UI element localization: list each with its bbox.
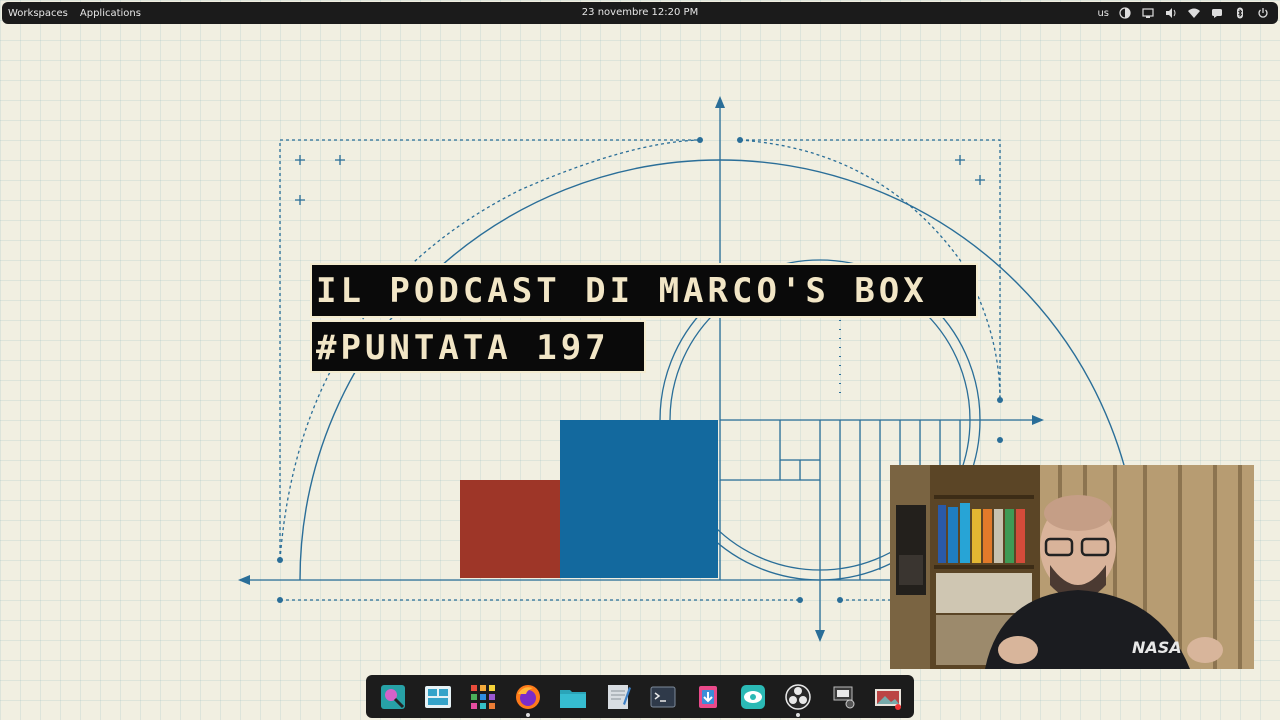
blue-bar bbox=[560, 420, 718, 578]
wifi-icon[interactable] bbox=[1187, 6, 1201, 20]
search-app-icon[interactable] bbox=[376, 680, 410, 714]
running-indicator bbox=[525, 712, 530, 717]
dock bbox=[366, 675, 914, 718]
software-center-icon[interactable] bbox=[691, 680, 725, 714]
top-panel: Workspaces Applications 23 novembre 12:2… bbox=[2, 2, 1278, 24]
app-grid-icon[interactable] bbox=[466, 680, 500, 714]
applications-button[interactable]: Applications bbox=[80, 8, 141, 19]
workspaces-button[interactable]: Workspaces bbox=[8, 8, 68, 19]
obs-icon[interactable] bbox=[781, 680, 815, 717]
screen-recorder-icon[interactable] bbox=[826, 680, 860, 714]
podcast-title: IL PODCAST DI MARCO'S BOX bbox=[310, 263, 978, 318]
workspaces-app-icon[interactable] bbox=[421, 680, 455, 714]
terminal-icon[interactable] bbox=[646, 680, 680, 714]
keyboard-layout-indicator[interactable]: us bbox=[1097, 8, 1109, 19]
app-eye-icon[interactable] bbox=[736, 680, 770, 714]
running-indicator bbox=[795, 712, 800, 717]
power-icon[interactable] bbox=[1256, 6, 1270, 20]
notifications-icon[interactable] bbox=[1210, 6, 1224, 20]
text-editor-icon[interactable] bbox=[601, 680, 635, 714]
screen-share-icon[interactable] bbox=[1141, 6, 1155, 20]
webcam-overlay: NASA bbox=[890, 465, 1254, 669]
clock[interactable]: 23 novembre 12:20 PM bbox=[582, 7, 698, 18]
bluetooth-icon[interactable] bbox=[1233, 6, 1247, 20]
files-icon[interactable] bbox=[556, 680, 590, 714]
volume-icon[interactable] bbox=[1164, 6, 1178, 20]
episode-title: #PUNTATA 197 bbox=[310, 320, 646, 373]
image-viewer-icon[interactable] bbox=[871, 680, 905, 714]
night-light-icon[interactable] bbox=[1118, 6, 1132, 20]
red-bar bbox=[460, 480, 560, 578]
firefox-icon[interactable] bbox=[511, 680, 545, 717]
nasa-shirt-logo: NASA bbox=[1132, 638, 1182, 657]
